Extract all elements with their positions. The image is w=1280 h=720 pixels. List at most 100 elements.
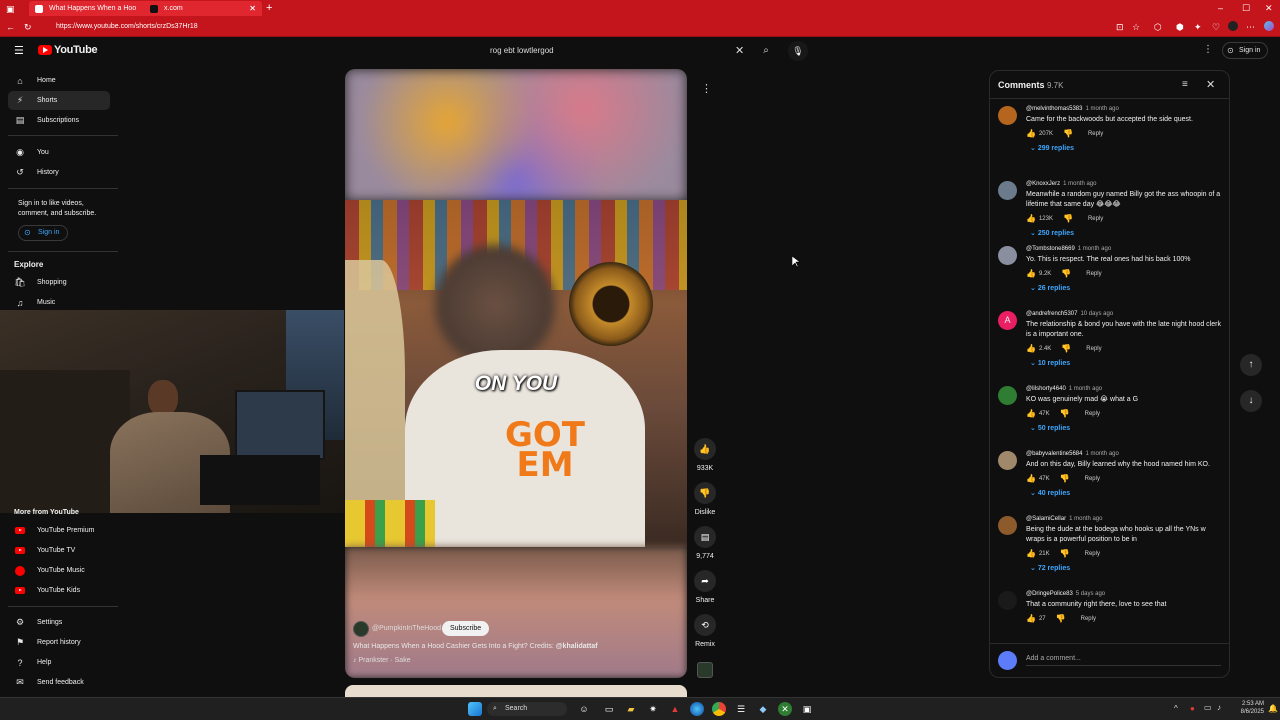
view-replies-button[interactable]: ⌄ 299 replies [1030,144,1074,152]
channel-name[interactable]: @PumpkinInTheHood [372,625,441,632]
xbox-icon[interactable]: ✕ [778,702,792,716]
app-icon[interactable]: ▣ [800,702,814,716]
sidebar-item-help[interactable]: ? Help [8,653,110,672]
sidebar-item-youtube-premium[interactable]: YouTube Premium [8,521,110,540]
chrome-browser-icon[interactable] [712,702,726,716]
thumbs-up-icon[interactable]: 👍 [1026,269,1036,278]
microphone-in-use-icon[interactable]: ● [1190,704,1195,713]
reply-button[interactable]: Reply [1085,551,1100,557]
sidebar-item-history[interactable]: ↺ History [8,163,110,182]
close-tab-icon[interactable]: ✕ [249,4,256,13]
network-icon[interactable]: ▭ [1204,703,1212,712]
sidebar-item-settings[interactable]: ⚙ Settings [8,613,110,632]
thumbs-down-icon[interactable]: 👎 [1060,549,1070,558]
thumbs-up-icon[interactable]: 👍 [1026,474,1036,483]
sidebar-item-report-history[interactable]: ⚑ Report history [8,633,110,652]
app-icon[interactable]: ▲ [668,702,682,716]
commenter-avatar[interactable] [998,451,1017,470]
settings-menu-icon[interactable]: ⋮ [1203,44,1213,55]
author-handle[interactable]: @babyvalentine5684 [1026,451,1082,457]
reply-button[interactable]: Reply [1086,346,1101,352]
sound-thumbnail[interactable] [697,662,713,678]
next-short-preview[interactable] [345,685,687,697]
url-field[interactable]: https://www.youtube.com/shorts/crzDs37Hr… [44,20,1104,34]
thumbs-up-icon[interactable]: 👍 [1026,129,1036,138]
close-comments-icon[interactable]: ✕ [1206,78,1215,91]
thumbs-up-icon[interactable]: 👍 [1026,409,1036,418]
share-button[interactable]: ➦ [694,570,716,592]
sidebar-sign-in-button[interactable]: ⊙ Sign in [18,225,68,241]
extension-icon[interactable]: ⬢ [1176,22,1184,32]
more-actions-icon[interactable]: ⋮ [701,82,712,95]
widgets-icon[interactable]: ☺ [574,702,594,716]
thumbs-down-icon[interactable]: 👎 [1061,269,1071,278]
like-button[interactable]: 👍 [694,438,716,460]
thumbs-up-icon[interactable]: 👍 [1026,614,1036,623]
commenter-avatar[interactable] [998,386,1017,405]
thumbs-down-icon[interactable]: 👎 [1056,614,1066,623]
commenter-avatar[interactable] [998,181,1017,200]
sidebar-item-youtube-kids[interactable]: YouTube Kids [8,581,110,600]
subscribe-button[interactable]: Subscribe [442,621,490,636]
author-handle[interactable]: @lilshorty4640 [1026,386,1066,392]
reply-button[interactable]: Reply [1085,411,1100,417]
sidebar-item-shorts[interactable]: ⚡ Shorts [8,91,110,110]
microphone-icon[interactable]: 🎙 [788,41,808,61]
browser-tab-x[interactable]: x.com ✕ [144,1,262,16]
sort-icon[interactable]: ≡ [1182,79,1188,90]
shorts-video-player[interactable]: GOT EM ON YOU @PumpkinInTheHood Subscrib… [345,69,687,678]
commenter-avatar[interactable] [998,106,1017,125]
thumbs-down-icon[interactable]: 👎 [1061,344,1071,353]
sidebar-item-shopping[interactable]: 🛍 Shopping [8,273,110,292]
view-replies-button[interactable]: ⌄ 72 replies [1030,564,1070,572]
sidebar-item-youtube-tv[interactable]: YouTube TV [8,541,110,560]
show-hidden-icons-icon[interactable]: ^ [1174,704,1178,713]
file-explorer-icon[interactable]: ▰ [624,702,638,716]
system-clock[interactable]: 2:53 AM 8/6/2025 [1230,700,1264,716]
reply-button[interactable]: Reply [1085,476,1100,482]
thumbs-down-icon[interactable]: 👎 [1063,129,1073,138]
more-options-icon[interactable]: ⋯ [1246,22,1255,32]
read-aloud-icon[interactable]: ⊡ [1116,22,1124,32]
view-replies-button[interactable]: ⌄ 250 replies [1030,229,1074,237]
new-tab-icon[interactable]: + [266,3,272,14]
windows-start-icon[interactable] [468,702,482,716]
reload-icon[interactable]: ↻ [24,22,32,32]
commenter-avatar[interactable]: A [998,311,1017,330]
view-replies-button[interactable]: ⌄ 50 replies [1030,424,1070,432]
author-handle[interactable]: @andrefrench5307 [1026,311,1077,317]
search-icon[interactable]: ⌕ [752,41,780,61]
tab-actions-icon[interactable]: ▣ [6,4,15,14]
author-handle[interactable]: @melvinthomas5383 [1026,106,1082,112]
sidebar-item-you[interactable]: ◉ You [8,143,110,162]
task-view-icon[interactable]: ▭ [602,702,616,716]
youtube-logo-icon[interactable] [38,45,52,55]
reply-button[interactable]: Reply [1081,616,1096,622]
author-handle[interactable]: @Tombstone8669 [1026,246,1075,252]
profile-avatar-icon[interactable] [1228,21,1238,31]
reply-button[interactable]: Reply [1086,271,1101,277]
youtube-logo-text[interactable]: YouTube [54,44,98,56]
clear-search-icon[interactable]: ✕ [735,44,744,57]
author-handle[interactable]: @KnoxxJerz [1026,181,1060,187]
comments-button[interactable]: ▤ [694,526,716,548]
reply-button[interactable]: Reply [1088,131,1103,137]
volume-icon[interactable]: ♪ [1217,703,1221,712]
thumbs-down-icon[interactable]: 👎 [1060,409,1070,418]
thumbs-up-icon[interactable]: 👍 [1026,214,1036,223]
author-handle[interactable]: @DringePolice83 [1026,591,1073,597]
commenter-avatar[interactable] [998,516,1017,535]
copilot-icon[interactable] [1264,21,1274,31]
thumbs-down-icon[interactable]: 👎 [1063,214,1073,223]
channel-avatar[interactable] [353,621,369,637]
view-replies-button[interactable]: ⌄ 40 replies [1030,489,1070,497]
edge-browser-icon[interactable] [690,702,704,716]
video-sound[interactable]: ♪ Prankster · Sake [353,657,411,664]
thumbs-up-icon[interactable]: 👍 [1026,549,1036,558]
thumbs-down-icon[interactable]: 👎 [1060,474,1070,483]
close-window-icon[interactable]: ✕ [1265,3,1273,13]
app-icon[interactable]: ◆ [756,702,770,716]
sidebar-item-youtube-music[interactable]: YouTube Music [8,561,110,580]
extension-icon[interactable]: ⬡ [1154,22,1162,32]
view-replies-button[interactable]: ⌄ 10 replies [1030,359,1070,367]
